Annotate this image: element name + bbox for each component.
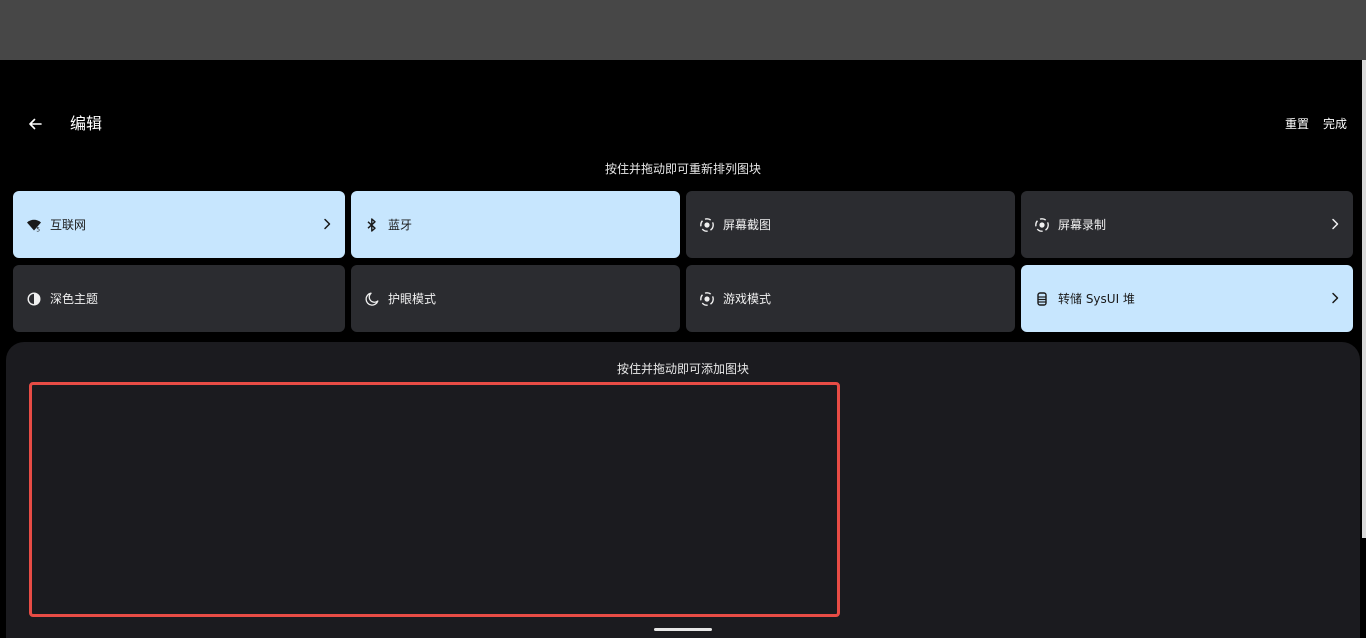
tile-screenshot[interactable]: 屏幕截图 [686, 191, 1015, 258]
wifi-icon: 5 [26, 217, 42, 233]
bluetooth-icon [364, 217, 380, 233]
svg-text:5: 5 [36, 226, 40, 232]
chevron-right-icon [1329, 216, 1341, 232]
tile-label: 护眼模式 [388, 291, 437, 306]
tile-screen-record[interactable]: 屏幕录制 [1021, 191, 1353, 258]
screenshot-icon [699, 217, 715, 233]
gesture-navigation-bar[interactable] [654, 628, 712, 631]
tile-bluetooth[interactable]: 蓝牙 [351, 191, 680, 258]
status-area [0, 0, 1366, 60]
moon-icon [364, 291, 380, 307]
dark-theme-icon [26, 291, 42, 307]
header: 编辑 重置 完成 [0, 104, 1366, 144]
edit-tiles-screen: 编辑 重置 完成 按住并拖动即可重新排列图块 5 互联网 蓝牙 屏幕截图 屏幕录… [0, 0, 1366, 638]
tile-label: 蓝牙 [388, 217, 413, 232]
tile-dark-theme[interactable]: 深色主题 [13, 265, 345, 332]
reset-button[interactable]: 重置 [1285, 115, 1309, 133]
dump-heap-icon [1034, 291, 1050, 307]
arrow-left-icon [29, 118, 42, 130]
tile-label: 转储 SysUI 堆 [1058, 291, 1135, 306]
rearrange-hint: 按住并拖动即可重新排列图块 [604, 162, 761, 176]
tile-label: 游戏模式 [723, 291, 772, 306]
screen-record-icon [1034, 217, 1050, 233]
tile-label: 屏幕截图 [723, 217, 772, 232]
available-tiles-area[interactable] [29, 382, 840, 617]
tile-dump-sysui-heap[interactable]: 转储 SysUI 堆 [1021, 265, 1353, 332]
game-mode-icon [699, 291, 715, 307]
page-title: 编辑 [70, 114, 103, 133]
done-button[interactable]: 完成 [1323, 115, 1347, 133]
tile-label: 深色主题 [50, 291, 99, 306]
tile-internet[interactable]: 5 互联网 [13, 191, 345, 258]
scrollbar[interactable] [1362, 60, 1366, 538]
add-hint: 按住并拖动即可添加图块 [616, 362, 749, 376]
chevron-right-icon [321, 216, 333, 232]
chevron-right-icon [1329, 290, 1341, 306]
tile-game-mode[interactable]: 游戏模式 [686, 265, 1015, 332]
tile-label: 互联网 [50, 217, 87, 232]
back-button[interactable] [22, 112, 48, 136]
tile-eye-comfort[interactable]: 护眼模式 [351, 265, 680, 332]
tile-label: 屏幕录制 [1058, 217, 1107, 232]
